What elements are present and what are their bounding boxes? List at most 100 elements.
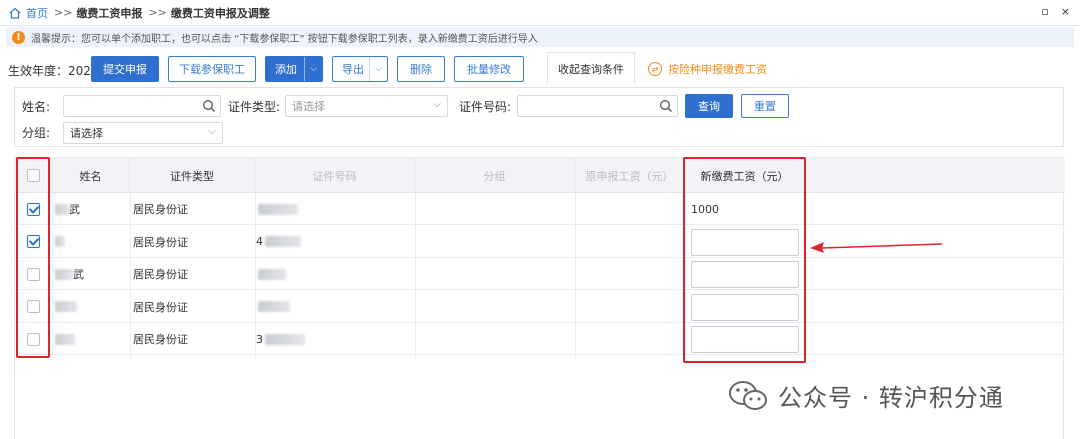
home-icon[interactable]	[8, 6, 22, 20]
cert-no-cell: 3	[256, 323, 406, 355]
cert-type-cell: 居民身份证	[133, 268, 188, 281]
redacted-name	[55, 236, 65, 247]
reset-button-label: 重置	[754, 100, 776, 113]
redacted-cert-no	[258, 203, 298, 215]
cert-type-placeholder: 请选择	[292, 100, 325, 113]
redacted-name	[55, 333, 75, 345]
col-group: 分组	[415, 158, 575, 193]
declare-by-insurance-link[interactable]: ⇄ 按险种申报缴费工资	[648, 61, 767, 77]
employee-name-suffix: 武	[73, 268, 84, 281]
col-name: 姓名	[52, 158, 130, 193]
table-row[interactable]: 武居民身份证 1000	[15, 193, 1065, 225]
cert-no-cell	[256, 291, 406, 323]
column-divider	[575, 193, 576, 358]
redacted-cert-no	[258, 268, 286, 280]
tip-bar: ! 温馨提示：您可以单个添加职工，也可以点击 “下载参保职工” 按钮下载参保职工…	[6, 27, 1074, 47]
employee-name-cell	[55, 291, 130, 323]
warning-icon: !	[12, 30, 25, 44]
add-button[interactable]: 添加 ⌵	[265, 56, 323, 82]
cert-no-cell	[256, 193, 406, 225]
column-divider	[255, 193, 256, 358]
effective-year-label: 生效年度：2022	[8, 64, 99, 78]
search-icon[interactable]	[659, 99, 673, 113]
checkbox-column-highlight	[16, 157, 50, 358]
employee-name-cell	[55, 323, 130, 355]
cert-type-select[interactable]: 请选择 ⌵	[285, 95, 448, 117]
column-divider	[130, 193, 131, 358]
download-employees-label: 下载参保职工	[179, 63, 245, 76]
query-button[interactable]: 查询	[685, 94, 733, 118]
col-cert-no: 证件号码	[255, 158, 415, 193]
batch-edit-label: 批量修改	[467, 63, 511, 76]
toolbar: 生效年度：2022 提交申报 下载参保职工 添加 ⌵ 导出 ⌵ 删除 批量修改 …	[0, 52, 1080, 84]
employee-name-cell	[55, 226, 130, 258]
collapse-query-label: 收起查询条件	[558, 62, 624, 76]
redacted-name	[55, 268, 73, 280]
chevron-down-icon: ⌵	[208, 126, 216, 137]
export-button[interactable]: 导出 ⌵	[332, 56, 388, 82]
add-button-label: 添加	[275, 63, 297, 76]
download-employees-button[interactable]: 下载参保职工	[168, 56, 256, 82]
new-wage-column-highlight	[683, 157, 806, 363]
chevron-down-icon[interactable]: ⌵	[304, 57, 322, 81]
watermark-text: 公众号 · 转沪积分通	[778, 384, 1004, 412]
group-select-value: 请选择	[70, 127, 103, 140]
table-header: 姓名 证件类型 证件号码 分组 原申报工资（元） 新缴费工资（元）	[15, 158, 1065, 193]
tip-text: 温馨提示：您可以单个添加职工，也可以点击 “下载参保职工” 按钮下载参保职工列表…	[31, 33, 538, 45]
redacted-cert-no	[265, 236, 301, 247]
cert-no-label: 证件号码:	[459, 100, 512, 114]
name-input[interactable]	[63, 95, 221, 117]
restore-icon[interactable]: ▫	[1041, 5, 1048, 18]
redacted-name	[55, 301, 77, 312]
cert-no-input[interactable]	[517, 95, 678, 117]
group-select[interactable]: 请选择 ⌵	[63, 122, 223, 144]
table-row[interactable]: 居民身份证	[15, 291, 1065, 323]
column-divider	[52, 193, 53, 358]
wechat-icon	[729, 380, 767, 410]
cert-type-cell: 居民身份证	[133, 300, 188, 314]
employee-name-suffix: 武	[69, 203, 80, 216]
breadcrumb-separator: >>	[148, 6, 167, 19]
cert-type-cell: 居民身份证	[133, 203, 188, 216]
employee-name-cell: 武	[55, 193, 130, 225]
page-root: 首页 >> 缴费工资申报 >> 缴费工资申报及调整 ▫ × ! 温馨提示：您可以…	[0, 0, 1080, 439]
submit-button[interactable]: 提交申报	[91, 56, 159, 82]
redacted-cert-no	[258, 301, 290, 312]
collapse-query-tab[interactable]: 收起查询条件	[547, 52, 635, 84]
submit-button-label: 提交申报	[103, 63, 147, 76]
employee-name-cell: 武	[55, 258, 130, 290]
cert-type-label: 证件类型:	[228, 100, 281, 114]
column-divider	[415, 193, 416, 358]
red-arrow-icon	[810, 242, 943, 253]
delete-button-label: 删除	[410, 63, 432, 76]
cert-no-cell	[256, 258, 406, 290]
redacted-name	[55, 203, 69, 215]
redacted-cert-no	[265, 333, 305, 345]
cert-no-prefix: 4	[256, 235, 263, 248]
batch-edit-button[interactable]: 批量修改	[454, 56, 524, 82]
export-button-label: 导出	[342, 63, 364, 76]
close-icon[interactable]: ×	[1061, 5, 1070, 18]
cert-type-cell: 居民身份证	[133, 235, 188, 249]
table-row[interactable]: 武 居民身份证	[15, 258, 1065, 290]
query-panel: 姓名: 证件类型: 请选择 ⌵ 证件号码: 查询 重置 分组: 请选择 ⌵	[14, 87, 1064, 147]
breadcrumb: 首页 >> 缴费工资申报 >> 缴费工资申报及调整 ▫ ×	[0, 0, 1080, 26]
chevron-down-icon: ⌵	[433, 99, 441, 110]
name-label: 姓名:	[22, 100, 51, 114]
col-cert-type: 证件类型	[130, 158, 255, 193]
breadcrumb-home[interactable]: 首页	[26, 5, 48, 21]
reset-button[interactable]: 重置	[741, 94, 789, 118]
watermark: 公众号 · 转沪积分通	[728, 378, 1004, 413]
query-button-label: 查询	[698, 100, 720, 113]
breadcrumb-current: 缴费工资申报及调整	[170, 6, 270, 20]
breadcrumb-separator: >>	[54, 6, 73, 19]
breadcrumb-level1[interactable]: 缴费工资申报	[76, 5, 142, 21]
cert-no-cell: 4	[256, 226, 406, 258]
cert-no-prefix: 3	[256, 332, 263, 346]
search-icon[interactable]	[202, 99, 216, 113]
chevron-down-icon[interactable]: ⌵	[369, 57, 387, 81]
cert-type-cell: 居民身份证	[133, 333, 188, 346]
col-original-wage: 原申报工资（元）	[575, 158, 685, 193]
delete-button[interactable]: 删除	[397, 56, 445, 82]
table-row[interactable]: 居民身份证 3	[15, 323, 1065, 355]
